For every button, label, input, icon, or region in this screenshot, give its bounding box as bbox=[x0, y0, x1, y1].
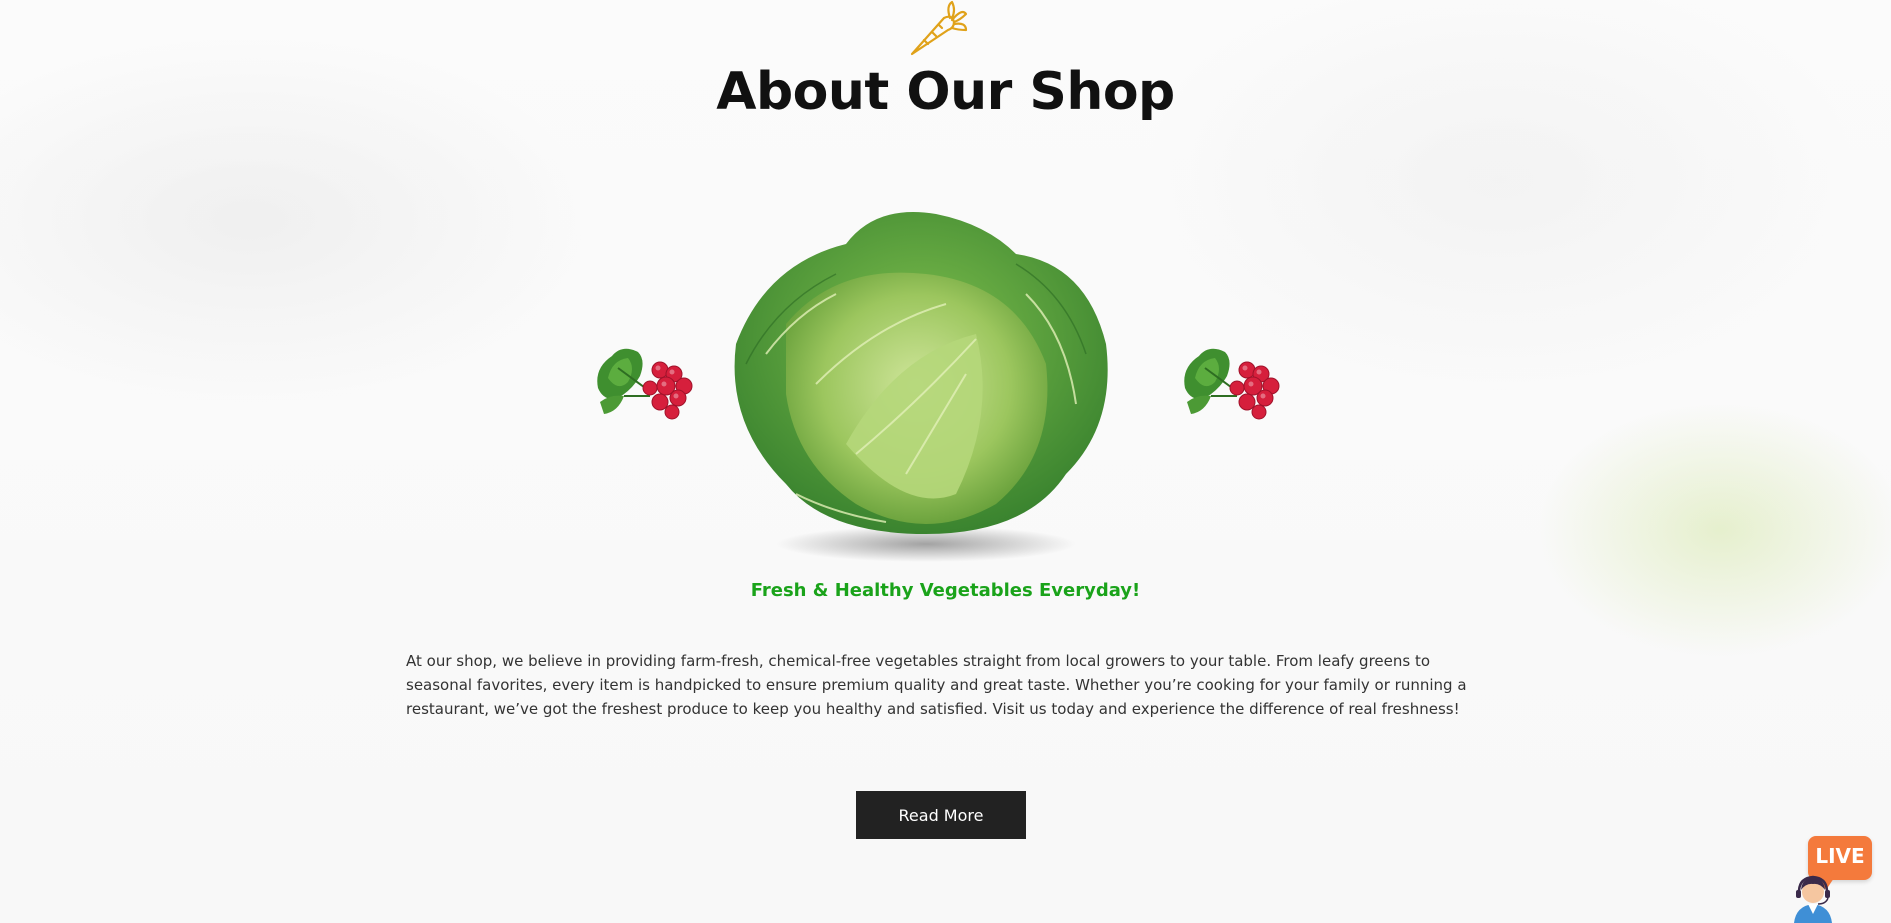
read-more-button[interactable]: Read More bbox=[856, 791, 1026, 839]
live-chat-widget[interactable]: LIVE bbox=[1790, 834, 1874, 923]
radish-image-left bbox=[597, 348, 693, 420]
cabbage-image bbox=[734, 212, 1108, 562]
radish-image-right bbox=[1184, 348, 1280, 420]
carrot-icon bbox=[910, 0, 968, 56]
support-agent-icon bbox=[1794, 875, 1832, 923]
section-tagline: Fresh & Healthy Vegetables Everyday! bbox=[750, 580, 1141, 601]
section-description: At our shop, we believe in providing far… bbox=[406, 652, 1467, 718]
page-title: About Our Shop bbox=[716, 62, 1175, 122]
